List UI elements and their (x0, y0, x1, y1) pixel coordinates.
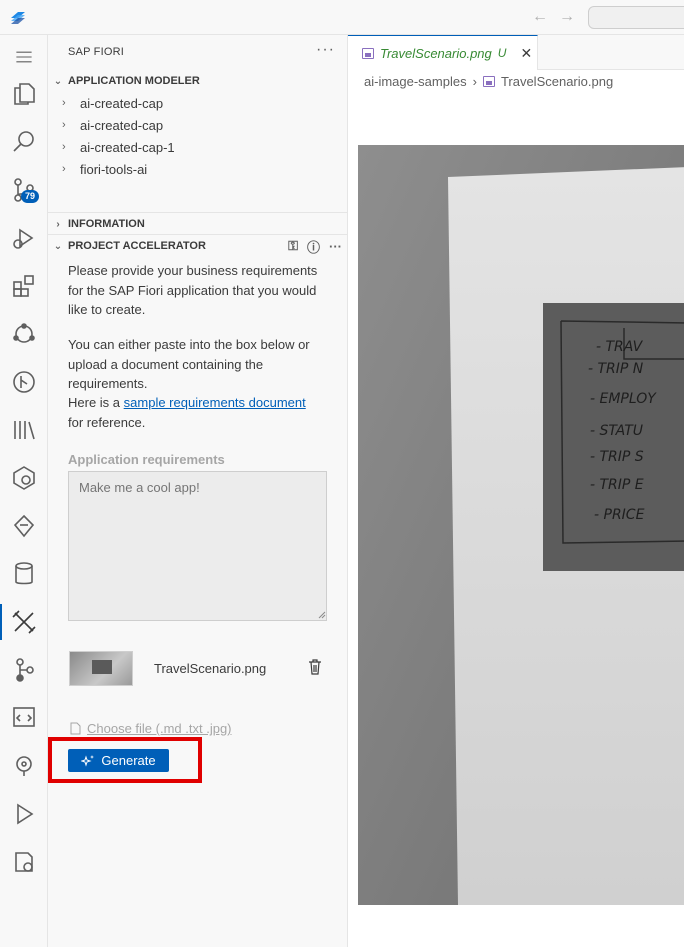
tree-item-label: ai-created-cap (80, 95, 164, 111)
tab-bar: TravelScenario.png U ✕ (348, 35, 684, 70)
code-check-icon[interactable] (0, 696, 48, 740)
activity-bar: 79 (0, 35, 48, 947)
source-control-badge: 79 (21, 190, 40, 203)
sketch-text: - TRAV (596, 339, 644, 355)
sample-requirements-link[interactable]: sample requirements document (124, 395, 306, 410)
sketch-text: - EMPLOY (590, 391, 657, 407)
run-debug-icon[interactable] (0, 216, 48, 260)
chevron-right-icon: › (56, 218, 60, 230)
search-icon[interactable] (0, 120, 48, 164)
breadcrumb: ai-image-samples › TravelScenario.png (364, 74, 613, 89)
sample-doc-line: Here is a sample requirements document f… (68, 393, 330, 432)
section-application-modeler[interactable]: ⌄ APPLICATION MODELER (48, 70, 348, 92)
image-file-icon (482, 76, 495, 87)
chevron-right-icon: › (62, 97, 66, 109)
tree-item[interactable]: › ai-created-cap-1 (62, 136, 175, 158)
tree-item[interactable]: › ai-created-cap (62, 92, 163, 114)
for-reference-text: for reference. (68, 414, 146, 430)
extensions-icon[interactable] (0, 264, 48, 308)
more-icon[interactable]: ··· (329, 239, 342, 254)
app-logo-icon (11, 12, 25, 24)
section-heading: APPLICATION MODELER (68, 75, 200, 87)
section-project-accelerator[interactable]: ⌄ PROJECT ACCELERATOR ⚿ ⓘ ··· (48, 235, 348, 257)
chevron-right-icon: › (472, 74, 477, 89)
title-bar: ← → (0, 0, 684, 35)
resize-handle-icon[interactable] (318, 611, 326, 619)
chevron-right-icon: › (62, 163, 66, 175)
ai-assistant-icon[interactable] (0, 744, 48, 788)
section-heading: PROJECT ACCELERATOR (68, 240, 206, 252)
image-preview: - TRAV - TRIP N - EMPLOY - STATU - TRIP … (358, 145, 684, 905)
service-center-icon[interactable] (0, 456, 48, 500)
sidebar-title: SAP FIORI (68, 46, 124, 58)
editor-area: TravelScenario.png U ✕ ai-image-samples … (348, 35, 684, 947)
choose-file-button[interactable]: Choose file (.md .txt .jpg) (70, 721, 232, 736)
deploy-icon[interactable] (0, 840, 48, 884)
intro-text: Please provide your business requirement… (68, 263, 318, 317)
chevron-right-icon: › (62, 141, 66, 153)
tree-item[interactable]: › ai-created-cap (62, 114, 163, 136)
sketch-text: - STATU (590, 423, 643, 439)
here-is-text: Here is a (68, 395, 121, 410)
command-center-search[interactable] (588, 6, 684, 29)
close-icon[interactable]: ✕ (520, 45, 532, 62)
tree-item[interactable]: › fiori-tools-ai (62, 158, 147, 180)
requirements-label: Application requirements (68, 452, 225, 467)
section-information[interactable]: › INFORMATION (48, 213, 348, 235)
tree-item-label: ai-created-cap-1 (80, 139, 175, 155)
untracked-status: U (497, 46, 507, 60)
sidebar-more-icon[interactable]: ··· (316, 41, 335, 59)
database-icon[interactable] (0, 552, 48, 596)
forward-arrow-icon[interactable]: → (558, 8, 576, 26)
sidebar: SAP FIORI ··· ⌄ APPLICATION MODELER › ai… (48, 35, 348, 947)
trash-icon[interactable] (308, 659, 322, 675)
info-icon[interactable]: ⓘ (307, 237, 320, 256)
highlight-box (48, 737, 202, 783)
back-arrow-icon[interactable]: ← (531, 8, 549, 26)
breadcrumb-folder[interactable]: ai-image-samples (364, 74, 467, 89)
section-heading: INFORMATION (68, 218, 145, 230)
sketch-text: - TRIP E (590, 477, 644, 493)
sketch-text: - TRIP N (588, 361, 644, 377)
attachment-name: TravelScenario.png (154, 661, 267, 676)
image-file-icon (362, 47, 374, 59)
chevron-right-icon: › (62, 119, 66, 131)
tab-label: TravelScenario.png (380, 45, 492, 61)
git-branch-icon[interactable] (0, 648, 48, 692)
file-icon (70, 722, 81, 735)
tree-item-label: ai-created-cap (80, 117, 164, 133)
explorer-icon[interactable] (0, 72, 48, 116)
run-icon[interactable] (0, 792, 48, 836)
breadcrumb-file[interactable]: TravelScenario.png (501, 74, 613, 89)
key-icon[interactable]: ⚿ (288, 238, 298, 254)
gem-icon[interactable] (0, 504, 48, 548)
cloud-connections-icon[interactable] (0, 312, 48, 356)
paste-instructions: You can either paste into the box below … (68, 337, 310, 391)
tab-travelscenario[interactable]: TravelScenario.png U ✕ (348, 35, 538, 70)
sap-fiori-tools-icon[interactable] (0, 600, 48, 644)
chevron-down-icon: ⌄ (53, 75, 63, 87)
sketch-text: - PRICE (594, 507, 645, 523)
tree-item-label: fiori-tools-ai (80, 161, 148, 177)
attachment-thumbnail (69, 651, 133, 686)
git-graph-icon[interactable] (0, 360, 48, 404)
requirements-textarea[interactable] (68, 471, 327, 621)
chevron-down-icon: ⌄ (53, 240, 63, 252)
sketch-text: - TRIP S (590, 449, 644, 465)
choose-file-label: Choose file (.md .txt .jpg) (87, 721, 232, 736)
library-icon[interactable] (0, 408, 48, 452)
